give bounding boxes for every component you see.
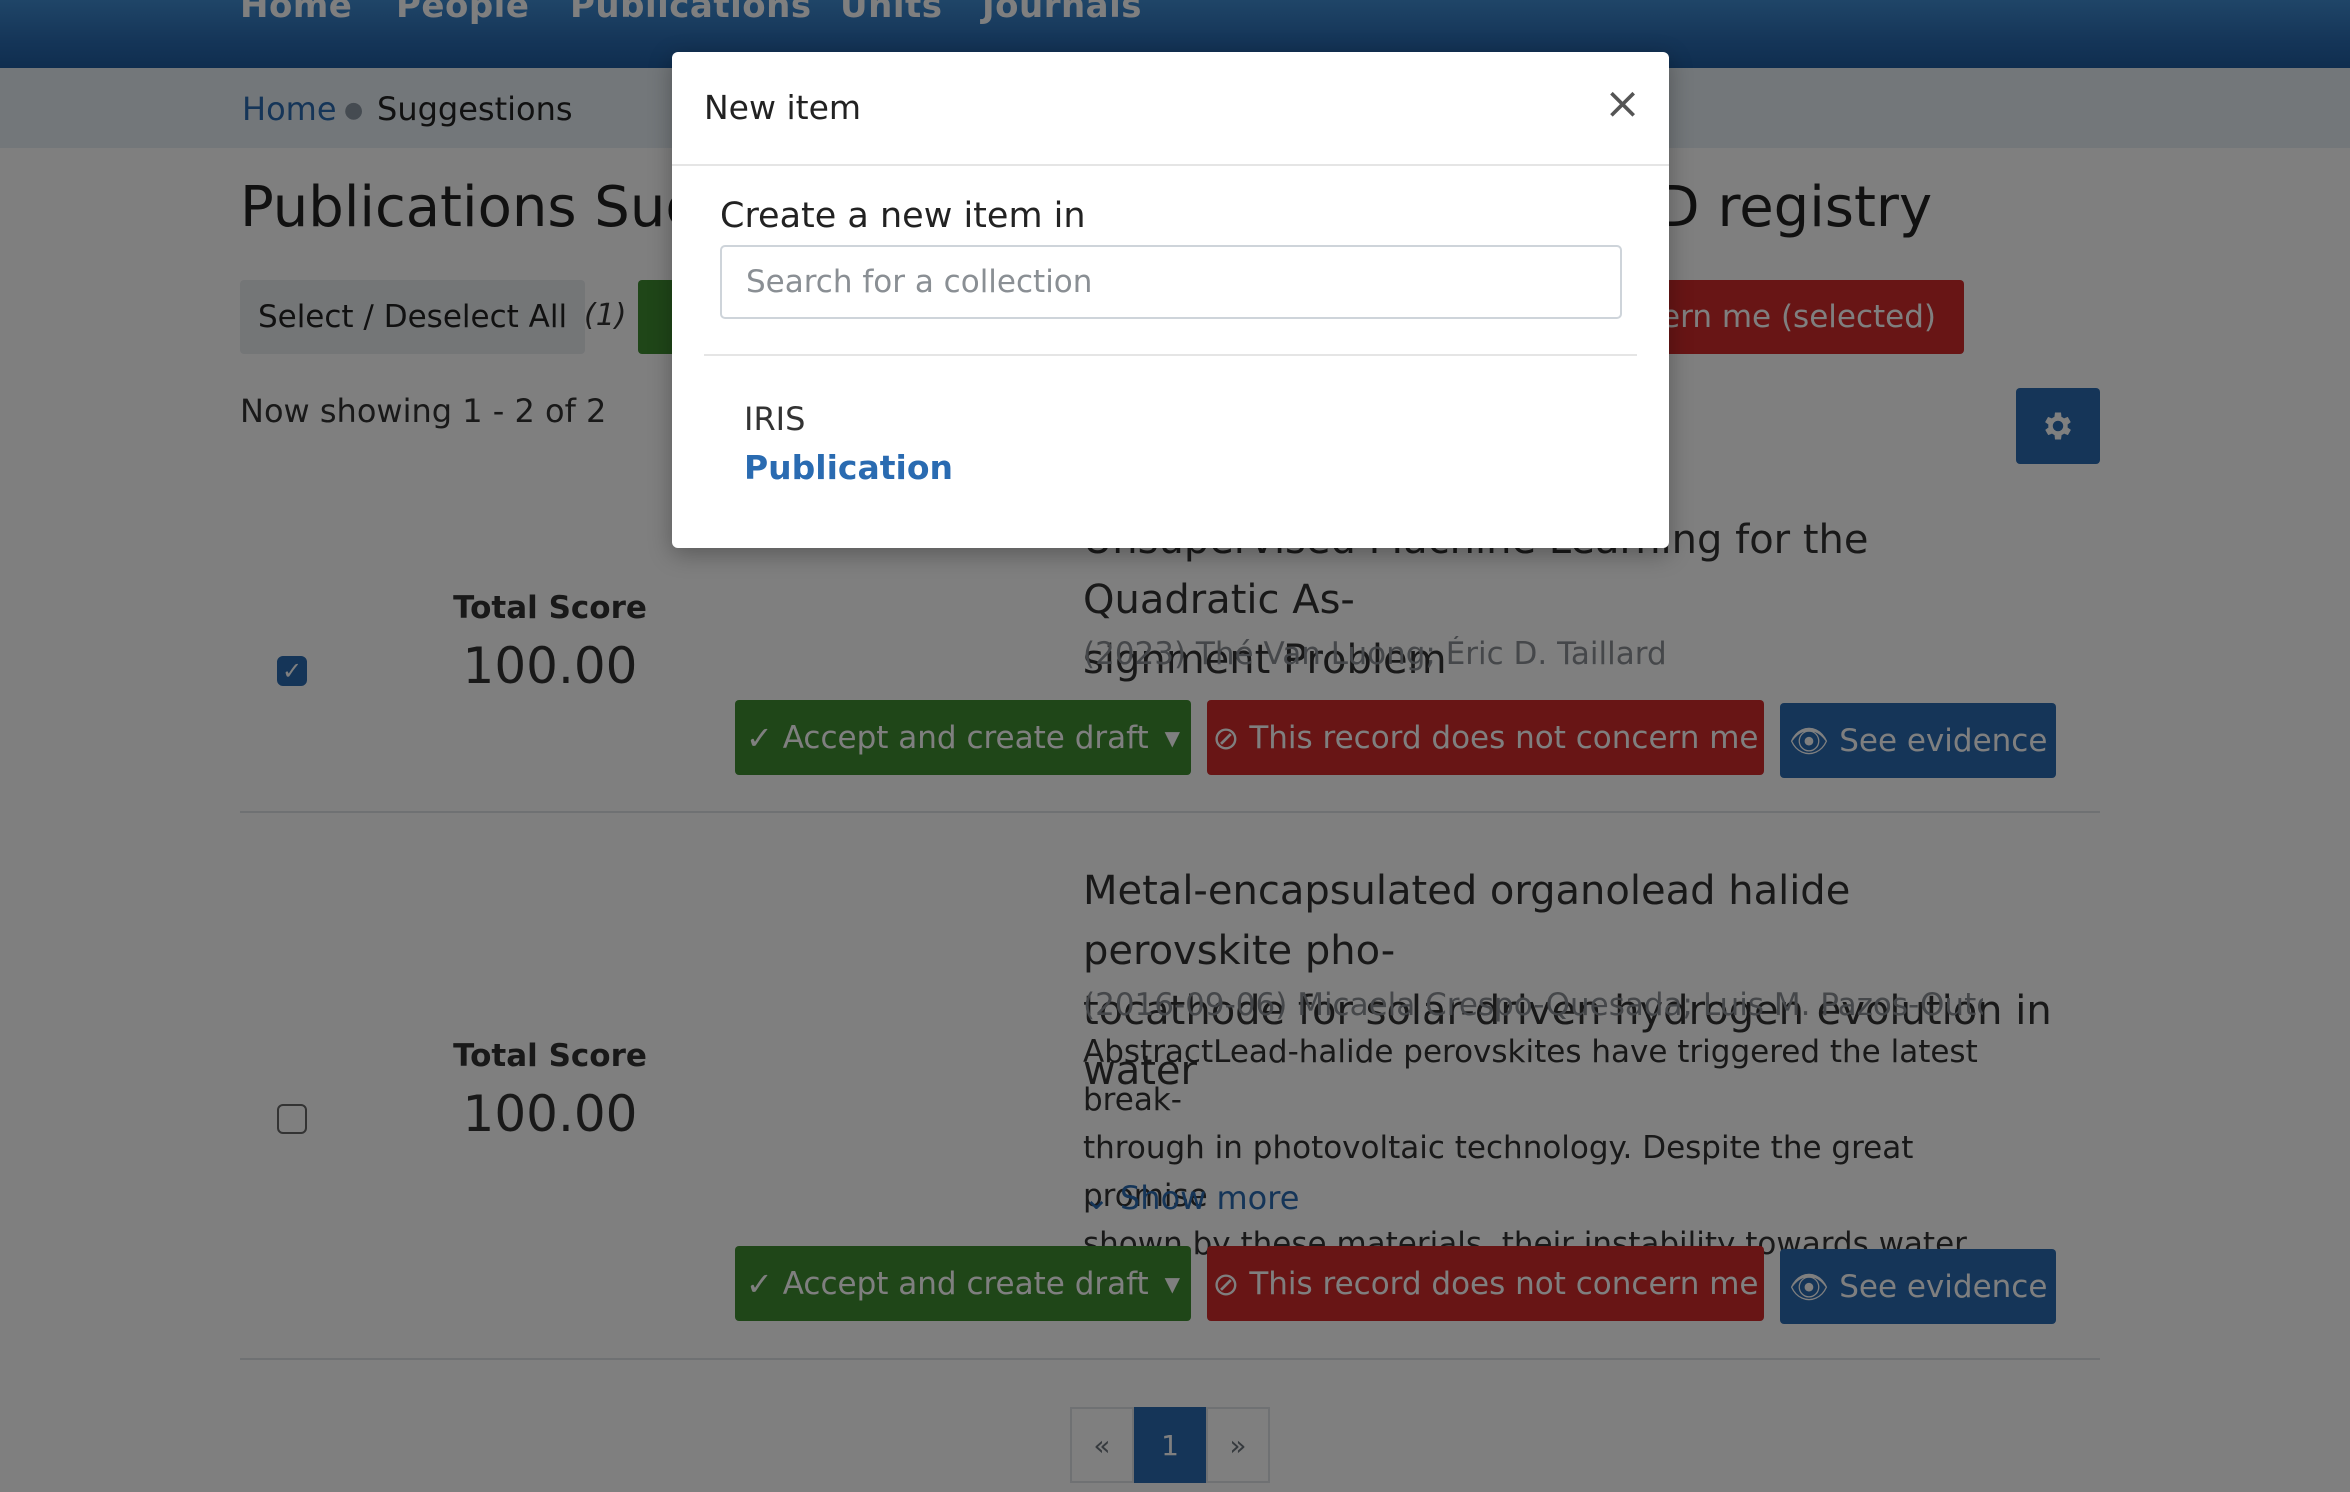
modal-label: Create a new item in bbox=[720, 196, 1086, 236]
page: Home People Publications Units Journals … bbox=[0, 0, 2350, 1492]
close-icon[interactable]: × bbox=[1604, 82, 1641, 126]
divider bbox=[704, 354, 1637, 356]
collection-search-input[interactable] bbox=[720, 245, 1622, 319]
collection-option-publication[interactable]: Publication bbox=[744, 448, 953, 487]
modal-header: New item × bbox=[672, 52, 1669, 166]
new-item-modal: New item × Create a new item in IRIS Pub… bbox=[672, 52, 1669, 548]
modal-title: New item bbox=[704, 88, 862, 127]
collection-parent: IRIS bbox=[744, 400, 806, 438]
